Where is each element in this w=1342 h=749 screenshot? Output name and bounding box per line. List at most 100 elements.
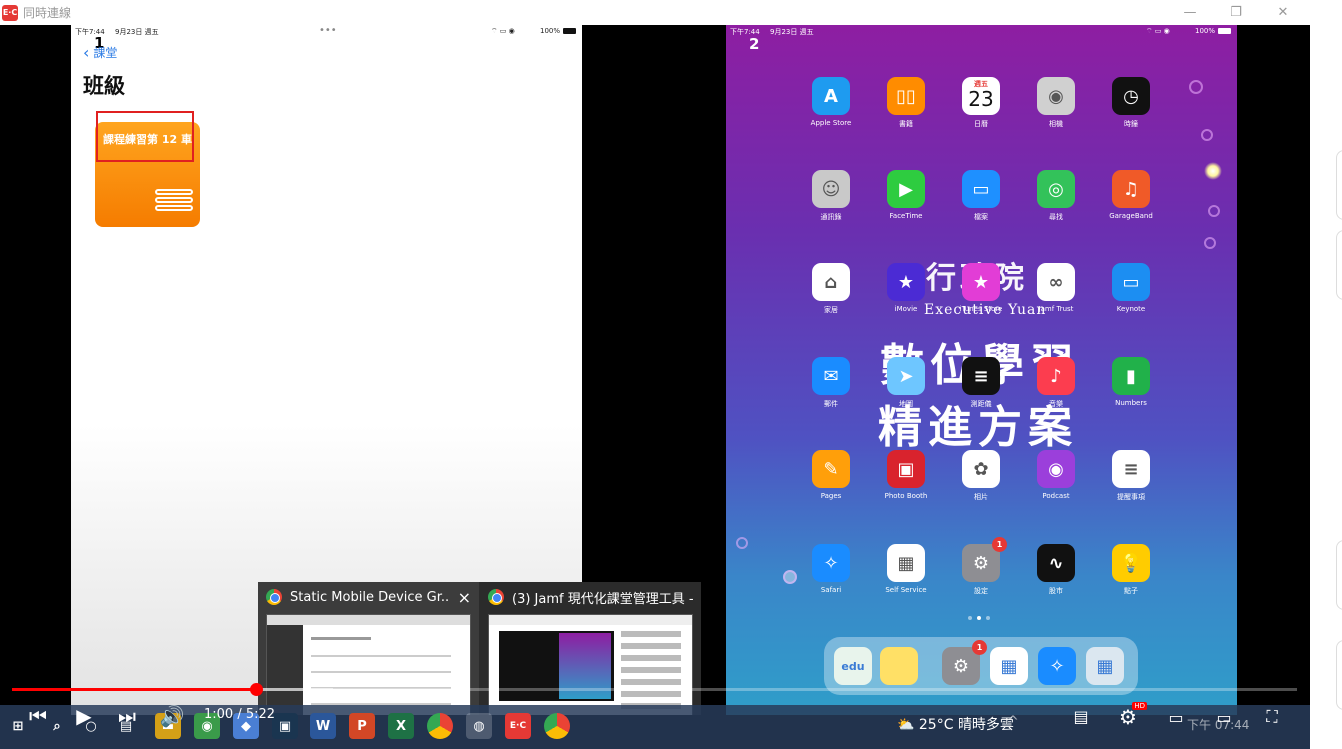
thumbnail-window-2[interactable]: (3) Jamf 現代化課堂管理工具 - ... (480, 582, 701, 715)
settings-icon[interactable]: ⚙ HD (1115, 702, 1147, 730)
chrome-icon (488, 589, 504, 605)
hd-badge: HD (1132, 702, 1147, 710)
app-icon-19[interactable]: ▮ Numbers (1091, 357, 1171, 407)
thumbnail-preview (266, 614, 471, 715)
fullscreen-icon[interactable]: ⛶ (1258, 706, 1286, 728)
app-label: 通訊錄 (820, 213, 842, 221)
multitask-dots[interactable]: ••• (319, 25, 337, 36)
sidebar-card[interactable] (1336, 540, 1342, 610)
app-icon-24[interactable]: ≡ 提醒事項 (1091, 450, 1171, 502)
sidebar-card[interactable] (1336, 150, 1342, 220)
app-icon-21[interactable]: ▣ Photo Booth (866, 450, 946, 500)
app-label: 書籍 (899, 120, 913, 128)
previous-icon[interactable]: ⏮ (26, 704, 50, 728)
back-label: 課堂 (93, 46, 118, 60)
battery-label: 100% (1195, 27, 1216, 35)
app-icon-5[interactable]: ☺ 通訊錄 (791, 170, 871, 222)
app-icon-12[interactable]: ★ iTunes Store (941, 263, 1021, 313)
chrome-icon[interactable] (544, 713, 570, 739)
progress-bar[interactable] (12, 683, 1297, 696)
app-glyph-icon: ▮ (1112, 357, 1150, 395)
dock-settings-app[interactable]: ⚙ 1 (942, 640, 987, 685)
app-glyph-icon: ☺ (812, 170, 850, 208)
thumbnail-window-1[interactable]: Static Mobile Device Gr... × (258, 582, 479, 715)
next-icon[interactable]: ⏭ (115, 704, 139, 728)
app-label: Self Service (885, 586, 927, 594)
app-icon-27[interactable]: ⚙ 1 設定 (941, 537, 1021, 596)
sidebar-card[interactable] (1336, 640, 1342, 710)
word-icon[interactable]: W (310, 713, 336, 739)
close-icon[interactable]: ✕ (1273, 3, 1293, 21)
app-icon-11[interactable]: ★ iMovie (866, 263, 946, 313)
app-icon[interactable]: ▣ (272, 713, 298, 739)
app-glyph-icon: ≡ (962, 357, 1000, 395)
dock-glyph-icon: ✧ (1049, 655, 1065, 677)
app-icon-0[interactable]: A Apple Store (791, 77, 871, 127)
excel-icon[interactable]: X (388, 713, 414, 739)
minimize-icon[interactable]: — (1180, 3, 1200, 21)
app-icon-2[interactable]: 週五 23 日曆 (941, 77, 1021, 129)
status-date: 9月23日 週五 (115, 28, 159, 36)
dock-glyph-icon: ▦ (1096, 655, 1114, 677)
app-icon-16[interactable]: ➤ 地圖 (866, 357, 946, 409)
app-icon-15[interactable]: ✉ 郵件 (791, 357, 871, 409)
powerpoint-icon[interactable]: P (349, 713, 375, 739)
app-logo-icon[interactable]: E·C (505, 713, 531, 739)
notification-badge: 1 (972, 640, 987, 655)
play-icon[interactable]: ▶ (72, 704, 96, 728)
app-icon-4[interactable]: ◷ 時鐘 (1091, 77, 1171, 129)
close-icon[interactable]: × (458, 588, 471, 607)
app-glyph-icon: ◉ (1037, 77, 1075, 115)
volume-icon[interactable]: 🔊 (160, 704, 185, 728)
app-label: Apple Store (810, 119, 852, 127)
chrome-active-icon[interactable]: ◍ (466, 713, 492, 739)
app-logo-icon: E·C (2, 4, 18, 21)
dock-edu-app[interactable]: edu (834, 647, 872, 685)
theater-mode-icon[interactable]: ▭ (1210, 706, 1238, 728)
app-label: GarageBand (1109, 212, 1153, 220)
app-icon-17[interactable]: ≡ 測距儀 (941, 357, 1021, 409)
chevron-left-icon: ‹ (83, 43, 90, 62)
app-label: 家居 (824, 306, 838, 314)
window-titlebar: E·C 同時連線 — ❐ ✕ (0, 0, 1310, 25)
app-icon-1[interactable]: ▯▯ 書籍 (866, 77, 946, 129)
back-button[interactable]: ‹ 課堂 (83, 43, 117, 62)
app-icon-23[interactable]: ◉ Podcast (1016, 450, 1096, 500)
app-icon-22[interactable]: ✿ 相片 (941, 450, 1021, 502)
screen: E·C 同時連線 — ❐ ✕ 下午7:44 9月23日 週五 ••• ⌔ ▭ ◉… (0, 0, 1342, 749)
dock-app-folder[interactable]: ▦ (1086, 647, 1124, 685)
app-icon-3[interactable]: ◉ 相機 (1016, 77, 1096, 129)
weather-widget[interactable]: ⛅ 25°C 晴時多雲 (897, 714, 1014, 734)
app-label: Keynote (1116, 305, 1146, 313)
page-dots[interactable] (968, 616, 990, 620)
maximize-icon[interactable]: ❐ (1226, 3, 1246, 21)
dock-safari-app[interactable]: ✧ (1038, 647, 1076, 685)
dock-notes-app[interactable] (880, 647, 918, 685)
app-icon-7[interactable]: ▭ 檔案 (941, 170, 1021, 222)
app-icon-29[interactable]: 💡 點子 (1091, 544, 1171, 596)
dock-self-service-app[interactable]: ▦ (990, 647, 1028, 685)
sidebar-card[interactable] (1336, 230, 1342, 300)
app-icon-18[interactable]: ♪ 音樂 (1016, 357, 1096, 409)
app-icon-20[interactable]: ✎ Pages (791, 450, 871, 500)
tray-chevron-icon[interactable]: ^ (1003, 712, 1023, 732)
video-player[interactable]: 下午7:44 9月23日 週五 ••• ⌔ ▭ ◉ 100% 1 ‹ 課堂 班級… (0, 25, 1310, 715)
subtitles-icon[interactable]: ▤ (1068, 705, 1094, 727)
app-glyph-icon: ▭ (962, 170, 1000, 208)
app-icon-26[interactable]: ▦ Self Service (866, 544, 946, 594)
device-screen-2: 下午7:44 9月23日 週五 ⌔ ▭ ◉ 100% 2 行政院 Executi… (726, 25, 1237, 715)
app-icon-13[interactable]: ∞ Jamf Trust (1016, 263, 1096, 313)
dock-glyph-icon: edu (841, 659, 865, 673)
app-icon-8[interactable]: ◎ 尋找 (1016, 170, 1096, 222)
app-icon-28[interactable]: ∿ 股市 (1016, 544, 1096, 596)
app-label: 相機 (1049, 120, 1063, 128)
app-icon-14[interactable]: ▭ Keynote (1091, 263, 1171, 313)
app-glyph-icon: ◎ (1037, 170, 1075, 208)
app-icon-9[interactable]: ♫ GarageBand (1091, 170, 1171, 220)
app-label: 音樂 (1049, 400, 1063, 408)
app-icon-10[interactable]: ⌂ 家居 (791, 263, 871, 315)
miniplayer-icon[interactable]: ▭ (1163, 706, 1189, 728)
app-icon-6[interactable]: ▶ FaceTime (866, 170, 946, 220)
chrome-icon[interactable] (427, 713, 453, 739)
app-icon-25[interactable]: ✧ Safari (791, 544, 871, 594)
